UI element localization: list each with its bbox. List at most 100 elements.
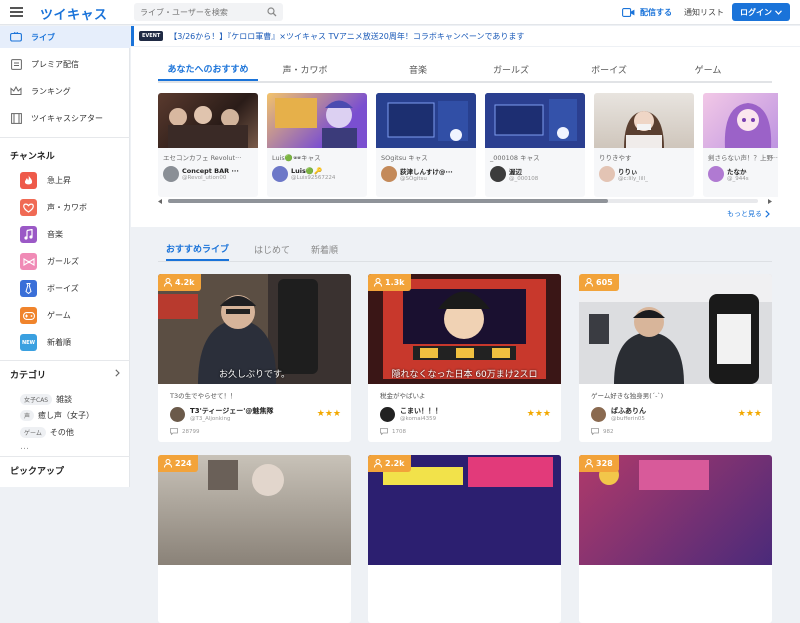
card-user: りりぃ @c:lily_lill_ — [594, 162, 694, 182]
channel-item-trending[interactable]: 急上昇 — [20, 172, 71, 189]
channel-item-music[interactable]: 音楽 — [20, 226, 63, 243]
category-item[interactable]: 声 癒し声（女子） — [20, 410, 94, 421]
live-thumbnail: 224 — [158, 455, 351, 565]
recommend-card[interactable]: Luis🟢🕶キャス Luis🟢🔑 @Luis92567224 — [267, 93, 367, 197]
tab-girls[interactable]: ガールズ — [476, 57, 546, 81]
scrollbar-thumb[interactable] — [168, 199, 608, 203]
category-label: 癒し声（女子） — [38, 411, 95, 420]
channel-label: 音楽 — [47, 230, 63, 239]
viewer-count: 1.3k — [385, 278, 405, 287]
viewer-count-badge: 605 — [579, 274, 619, 291]
heart-icon — [20, 199, 37, 216]
broadcast-label: 配信する — [640, 8, 672, 17]
comment-count-value: 982 — [603, 428, 614, 435]
search-input[interactable] — [140, 7, 265, 17]
channel-label: ボーイズ — [47, 284, 79, 293]
theater-icon — [10, 112, 22, 124]
sidebar-item-label: ライブ — [31, 32, 55, 42]
channel-item-voice[interactable]: 声・カワボ — [20, 199, 87, 216]
card-user-name: 渥辺 — [509, 168, 522, 176]
card-caption: りりきやす — [599, 154, 632, 162]
live-thumbnail: 328 — [579, 455, 772, 565]
notification-list-link[interactable]: 通知リスト — [684, 7, 724, 18]
viewer-count: 224 — [175, 459, 192, 468]
scroll-left-icon[interactable] — [158, 199, 163, 204]
card-user: たなか @_944s — [703, 162, 778, 182]
live-card[interactable]: 4.2k お久しぶりです。 T3の生でやらせて！！ T3'ティージェー'@魅焦隊… — [158, 274, 351, 442]
card-thumbnail — [376, 93, 476, 148]
tab-first-time[interactable]: はじめて — [254, 238, 290, 261]
rating-stars: ★★★ — [316, 409, 341, 419]
sidebar-item-premier[interactable]: プレミア配信 — [0, 53, 130, 75]
search-icon[interactable] — [267, 7, 277, 17]
search-box[interactable] — [134, 3, 283, 21]
tab-voice[interactable]: 声・カワボ — [270, 57, 340, 81]
live-card[interactable]: 224 — [158, 455, 351, 623]
recommend-card[interactable]: エセコンカフェ Revolut··· Concept BAR ··· @Revol… — [158, 93, 258, 197]
channel-item-game[interactable]: ゲーム — [20, 307, 71, 324]
event-text: 【3/26から！】『ケロロ軍曹』×ツイキャス TVアニメ放送20周年！コラボキャ… — [169, 31, 525, 41]
tab-music[interactable]: 音楽 — [383, 57, 453, 81]
channel-label: 急上昇 — [47, 176, 71, 185]
site-logo[interactable]: ツイキャス — [40, 4, 108, 23]
card-caption: エセコンカフェ Revolut··· — [163, 154, 242, 162]
card-user-id: @Revol_ution00 — [182, 175, 227, 181]
scroll-right-icon[interactable] — [767, 199, 772, 204]
recommend-card[interactable]: 剣さらない声！？上野··· たなか @_944s — [703, 93, 778, 197]
comment-count: 28799 — [158, 422, 351, 435]
tab-recommended-live[interactable]: おすすめライブ — [166, 238, 230, 261]
stream-overlay-text: 隠れなくなった日本 60万まけ2スロ — [391, 370, 538, 380]
card-thumbnail — [158, 93, 258, 148]
pickup-title: ピックアップ — [10, 467, 65, 477]
comment-icon — [380, 428, 388, 435]
chevron-right-icon — [765, 210, 770, 218]
card-thumbnail — [267, 93, 367, 148]
live-card[interactable]: 605 ゲーム好きな独身男(´-`) ばふありん @bufferin05 ★★★ … — [579, 274, 772, 442]
viewer-count-badge: 224 — [158, 455, 198, 472]
avatar — [591, 406, 606, 422]
sidebar-item-ranking[interactable]: ランキング — [0, 80, 130, 102]
divider — [0, 360, 130, 361]
divider — [0, 456, 130, 457]
chevron-right-icon[interactable] — [115, 369, 120, 377]
tab-for-you[interactable]: あなたへのおすすめ — [158, 57, 258, 81]
tab-newest[interactable]: 新着順 — [311, 238, 338, 261]
sidebar-item-live[interactable]: ライブ — [0, 26, 130, 48]
sidebar-item-theater[interactable]: ツイキャスシアター — [0, 107, 130, 129]
channel-item-girls[interactable]: ガールズ — [20, 253, 79, 270]
avatar — [272, 166, 288, 182]
divider — [0, 137, 130, 138]
viewer-count-badge: 328 — [579, 455, 619, 472]
horizontal-scrollbar[interactable] — [158, 199, 772, 204]
more-categories-ellipsis[interactable]: … — [20, 442, 29, 452]
channel-item-new[interactable]: NEW 新着順 — [20, 334, 71, 351]
live-card[interactable]: 1.3k 隠れなくなった日本 60万まけ2スロ 税金がやばいよ こまい！！！ @k… — [368, 274, 561, 442]
card-user-id: @Luis92567224 — [291, 175, 336, 181]
card-user-name: りりぃ — [618, 168, 638, 176]
see-more-link[interactable]: もっと見る — [727, 209, 770, 219]
live-card[interactable]: 2.2k — [368, 455, 561, 623]
comment-count-value: 1708 — [392, 428, 406, 435]
category-item[interactable]: ゲーム その他 — [20, 427, 74, 438]
tab-boys[interactable]: ボーイズ — [574, 57, 644, 81]
live-card[interactable]: 328 — [579, 455, 772, 623]
login-button[interactable]: ログイン — [732, 3, 790, 21]
camera-icon — [622, 8, 635, 17]
recommend-card[interactable]: _000108 キャス 渥辺 @_000108 — [485, 93, 585, 197]
menu-icon[interactable] — [10, 7, 23, 17]
live-title: T3の生でやらせて！！ — [170, 392, 237, 400]
card-thumbnail — [485, 93, 585, 148]
recommend-card[interactable]: SOgitsu キャス 荻津しんすけ@··· @SOgitsu — [376, 93, 476, 197]
category-label: その他 — [49, 428, 74, 437]
channel-item-boys[interactable]: ボーイズ — [20, 280, 79, 297]
comment-count: 982 — [579, 422, 772, 435]
category-item[interactable]: 女子CAS 雑談 — [20, 394, 72, 405]
event-banner[interactable]: EVENT 【3/26から！】『ケロロ軍曹』×ツイキャス TVアニメ放送20周年… — [131, 26, 800, 46]
recommend-card[interactable]: りりきやす りりぃ @c:lily_lill_ — [594, 93, 694, 197]
broadcast-button[interactable]: 配信する — [622, 7, 672, 18]
category-label: 雑談 — [56, 395, 73, 404]
tab-game[interactable]: ゲーム — [673, 57, 743, 81]
rating-stars: ★★★ — [737, 409, 762, 419]
live-user-id: @bufferin05 — [611, 416, 645, 422]
bow-icon — [20, 253, 37, 270]
